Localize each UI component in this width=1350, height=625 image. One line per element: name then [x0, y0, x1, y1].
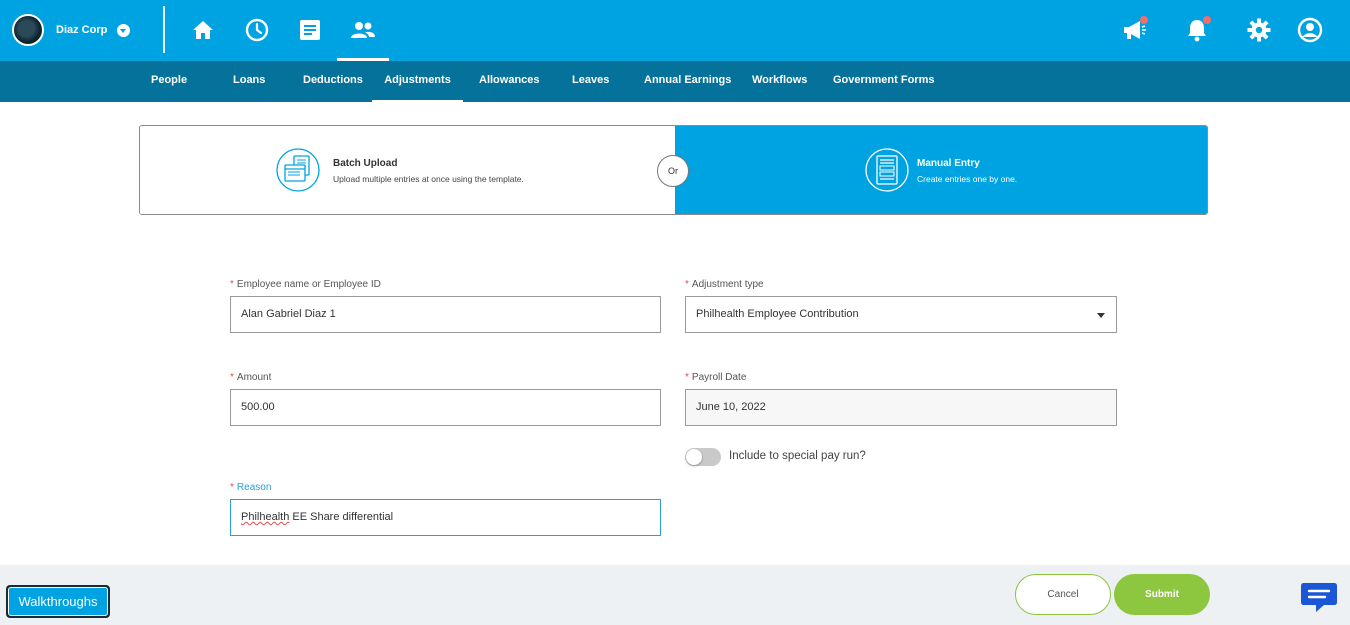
home-icon[interactable]	[187, 14, 219, 46]
payroll-date-label: * Payroll Date	[685, 372, 747, 383]
tab-adjustments[interactable]: Adjustments	[372, 61, 463, 102]
notification-badge	[1203, 16, 1211, 24]
chat-bubble-icon[interactable]	[1300, 580, 1338, 614]
reason-input[interactable]: Philhealth EE Share differential	[230, 499, 661, 536]
employee-input[interactable]: Alan Gabriel Diaz 1	[230, 296, 661, 333]
or-separator: Or	[657, 155, 689, 187]
amount-input[interactable]: 500.00	[230, 389, 661, 426]
batch-upload-title: Batch Upload	[333, 158, 398, 169]
manual-entry-option[interactable]: Manual Entry Create entries one by one.	[675, 126, 1207, 214]
company-logo	[12, 14, 44, 46]
adjustment-type-label: * Adjustment type	[685, 279, 764, 290]
special-pay-run-label: Include to special pay run?	[729, 450, 866, 462]
reason-misspelled-word: Philhealth	[241, 511, 290, 523]
sub-navigation: People Loans Deductions Adjustments Allo…	[0, 61, 1350, 102]
special-pay-run-toggle[interactable]	[685, 448, 721, 466]
clock-icon[interactable]	[241, 14, 273, 46]
cancel-button[interactable]: Cancel	[1015, 574, 1111, 615]
tab-people[interactable]: People	[151, 61, 187, 102]
tab-allowances[interactable]: Allowances	[479, 61, 540, 102]
tab-annual-earnings[interactable]: Annual Earnings	[644, 61, 731, 102]
payroll-date-input[interactable]: June 10, 2022	[685, 389, 1117, 426]
people-icon[interactable]	[347, 14, 379, 46]
manual-entry-title: Manual Entry	[917, 158, 980, 169]
toggle-knob	[686, 449, 702, 465]
adjustment-type-select[interactable]: Philhealth Employee Contribution	[685, 296, 1117, 333]
company-name: Diaz Corp	[56, 24, 108, 36]
notification-badge	[1140, 16, 1148, 24]
submit-button[interactable]: Submit	[1114, 574, 1210, 615]
megaphone-icon[interactable]	[1118, 14, 1150, 46]
amount-label: * Amount	[230, 372, 272, 383]
walkthroughs-label: Walkthroughs	[8, 587, 108, 616]
manual-entry-description: Create entries one by one.	[917, 174, 1018, 184]
document-icon[interactable]	[294, 14, 326, 46]
walkthroughs-button[interactable]: Walkthroughs	[6, 585, 110, 618]
gear-icon[interactable]	[1243, 14, 1275, 46]
tab-loans[interactable]: Loans	[233, 61, 265, 102]
bell-icon[interactable]	[1181, 14, 1213, 46]
tab-government-forms[interactable]: Government Forms	[833, 61, 934, 102]
chevron-down-icon[interactable]	[117, 23, 131, 37]
company-switcher[interactable]: Diaz Corp	[12, 14, 131, 46]
employee-label: * Employee name or Employee ID	[230, 279, 381, 290]
caret-down-icon[interactable]	[1097, 313, 1105, 318]
top-navigation-bar: Diaz Corp	[0, 0, 1350, 61]
reason-text: EE Share differential	[289, 511, 394, 523]
manual-entry-icon	[865, 148, 909, 192]
user-account-icon[interactable]	[1294, 14, 1326, 46]
batch-upload-icon	[276, 148, 320, 192]
divider	[163, 6, 165, 53]
batch-upload-option[interactable]: Batch Upload Upload multiple entries at …	[140, 126, 675, 214]
adjustment-type-value: Philhealth Employee Contribution	[696, 308, 859, 320]
tab-workflows[interactable]: Workflows	[752, 61, 807, 102]
reason-label: * Reason	[230, 482, 272, 493]
tab-leaves[interactable]: Leaves	[572, 61, 609, 102]
batch-upload-description: Upload multiple entries at once using th…	[333, 174, 524, 184]
tab-deductions[interactable]: Deductions	[303, 61, 363, 102]
